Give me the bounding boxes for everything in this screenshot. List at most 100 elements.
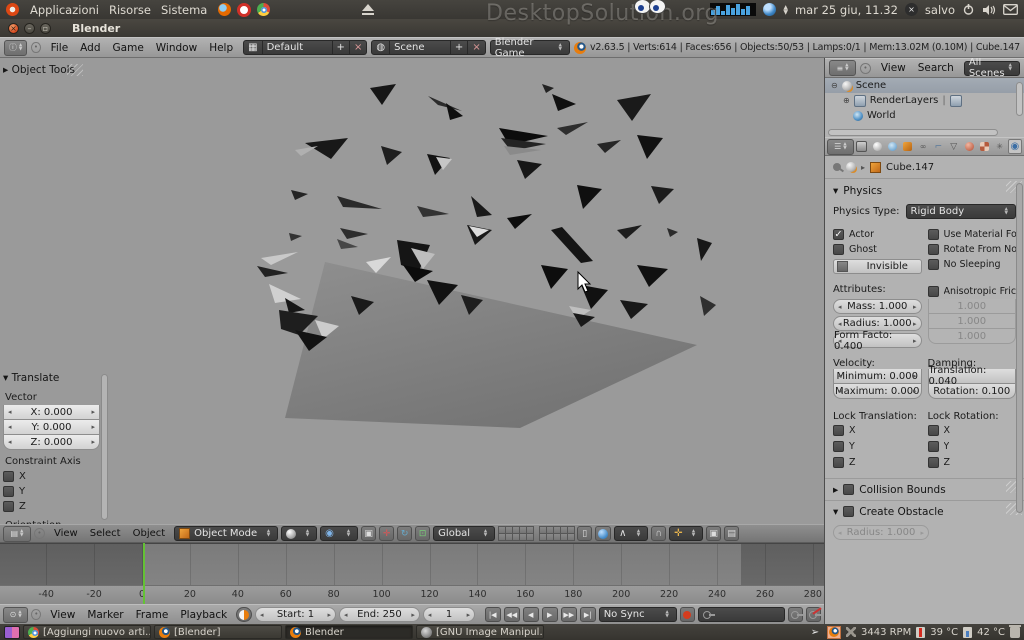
pin-icon[interactable] xyxy=(833,163,841,171)
window-minimize-button[interactable]: – xyxy=(24,23,35,34)
outliner-collapse-icon[interactable]: • xyxy=(860,63,871,74)
outliner-menu-item[interactable]: View xyxy=(875,62,912,74)
engine-select[interactable]: Blender Game▲▼ xyxy=(490,40,570,55)
window-titlebar[interactable]: × – ▫ Blender xyxy=(0,19,1024,37)
physics-checkbox[interactable] xyxy=(928,244,939,255)
lock-axis-checkbox[interactable] xyxy=(928,441,939,452)
axis-checkbox[interactable] xyxy=(3,486,14,497)
manipulator-rotate-button[interactable]: ↻ xyxy=(397,526,412,541)
tab-constraints[interactable]: ∞ xyxy=(916,139,930,154)
viewport-3d[interactable]: ▸ Object Tools ▾ Translate Vector ◂X: 0.… xyxy=(0,58,824,524)
renderlayer-toggle-icon[interactable] xyxy=(950,95,962,107)
taskbar-item-chrome[interactable]: [Aggiungi nuovo arti... xyxy=(23,625,151,639)
actor-checkbox[interactable]: ✓ xyxy=(833,229,844,240)
translate-panel-header[interactable]: ▾ Translate xyxy=(3,372,100,384)
view3d-editor-type-button[interactable]: ▤▲▼ xyxy=(3,526,31,542)
lock-camera-toggle[interactable]: ▯ xyxy=(577,526,592,541)
lock-axis-checkbox[interactable] xyxy=(928,425,939,436)
collision-bounds-panel[interactable]: ▸ Collision Bounds xyxy=(825,478,1024,500)
window-close-button[interactable]: × xyxy=(8,23,19,34)
timeline-menu-item[interactable]: Frame xyxy=(130,609,175,621)
clock[interactable]: mar 25 giu, 11.32 xyxy=(795,3,898,17)
physics-checkbox[interactable] xyxy=(928,259,939,270)
timeline-collapse-icon[interactable]: • xyxy=(31,609,41,620)
auto-keyframe-button[interactable] xyxy=(680,607,695,622)
lock-axis-checkbox[interactable] xyxy=(833,425,844,436)
vector-field[interactable]: ◂X: 0.000▸ xyxy=(3,405,100,420)
shading-select[interactable]: ▲▼ xyxy=(281,526,317,541)
outliner-row-renderlayers[interactable]: ⊕ RenderLayers | xyxy=(825,93,1024,108)
play-reverse-button[interactable]: ◀ xyxy=(523,607,539,622)
layers-group-2[interactable] xyxy=(539,527,574,541)
preview-range-clock-button[interactable] xyxy=(236,607,252,622)
physics-checkbox[interactable] xyxy=(928,229,939,240)
scene-field[interactable]: ◍ Scene + × xyxy=(371,40,485,55)
physics-type-select[interactable]: Rigid Body▲▼ xyxy=(906,204,1017,219)
tool-shelf-scrollbar[interactable] xyxy=(101,374,108,520)
opera-launcher-icon[interactable] xyxy=(237,3,251,17)
me-menu-icon[interactable]: × xyxy=(905,3,918,16)
vector-field[interactable]: ◂Z: 0.000▸ xyxy=(3,435,100,450)
axis-checkbox[interactable] xyxy=(3,501,14,512)
physics-panel-header[interactable]: ▾ Physics xyxy=(833,183,1016,198)
taskbar-item-blender-active[interactable]: Blender xyxy=(285,625,413,639)
chrome-launcher-icon[interactable] xyxy=(257,3,270,16)
tab-material[interactable] xyxy=(962,139,976,154)
tray-blender-icon[interactable] xyxy=(827,626,841,639)
trash-icon[interactable] xyxy=(1010,627,1020,638)
tab-particles[interactable]: ✳ xyxy=(992,139,1006,154)
outliner-row-scene[interactable]: ⊖ Scene xyxy=(825,78,1024,93)
keying-set-field[interactable] xyxy=(698,607,785,622)
tab-scene[interactable] xyxy=(870,139,884,154)
lock-axis-checkbox[interactable] xyxy=(833,457,844,468)
timeline-menu-item[interactable]: View xyxy=(44,609,81,621)
pivot-select[interactable]: ◉▲▼ xyxy=(320,526,358,541)
outliner-menu-item[interactable]: Search xyxy=(912,62,960,74)
eject-icon[interactable] xyxy=(362,4,374,11)
add-scene-button[interactable]: + xyxy=(451,40,468,55)
prev-keyframe-button[interactable]: ◀◀ xyxy=(504,607,520,622)
power-icon[interactable] xyxy=(962,3,975,16)
invisible-toggle[interactable]: Invisible xyxy=(833,259,922,274)
expander-icon[interactable]: ⊕ xyxy=(843,96,850,105)
anisotropic-checkbox[interactable] xyxy=(928,286,939,297)
lock-axis-checkbox[interactable] xyxy=(928,457,939,468)
current-frame-field[interactable]: ◂1▸ xyxy=(423,607,475,622)
mail-icon[interactable] xyxy=(1003,4,1018,15)
window-maximize-button[interactable]: ▫ xyxy=(40,23,51,34)
delete-scene-button[interactable]: × xyxy=(468,40,485,55)
panel-menu-item[interactable]: Applicazioni xyxy=(25,3,104,17)
axis-checkbox[interactable] xyxy=(3,471,14,482)
properties-vscrollbar[interactable] xyxy=(1016,183,1023,513)
create-obstacle-checkbox[interactable] xyxy=(843,506,854,517)
mode-select[interactable]: Object Mode▲▼ xyxy=(174,526,278,541)
info-menu-item[interactable]: File xyxy=(45,42,75,54)
panel-menu-item[interactable]: Sistema xyxy=(156,3,212,17)
snap-toggle[interactable]: ∩ xyxy=(651,526,666,541)
user-menu[interactable]: salvo xyxy=(925,3,955,17)
info-menu-item[interactable]: Game xyxy=(107,42,150,54)
ghost-checkbox[interactable] xyxy=(833,244,844,255)
pilot-applet-icon[interactable] xyxy=(763,3,776,16)
frame-end-field[interactable]: ◂End: 250▸ xyxy=(339,607,420,622)
tab-render[interactable] xyxy=(855,139,869,154)
panel-menu-item[interactable]: Risorse xyxy=(104,3,156,17)
pivot-align-toggle[interactable]: ▣ xyxy=(361,526,376,541)
tab-physics[interactable]: ◉ xyxy=(1008,139,1022,154)
orientation-select[interactable]: Global▲▼ xyxy=(433,526,495,541)
collapse-menus-icon[interactable]: • xyxy=(31,42,40,53)
properties-editor-type-button[interactable]: ☰▲▼ xyxy=(827,139,854,155)
layers-group-1[interactable] xyxy=(498,527,533,541)
snap-element-select[interactable]: ✛▲▼ xyxy=(669,526,703,541)
attribute-slider[interactable]: ◂Mass: 1.000▸ xyxy=(833,299,922,314)
manipulator-translate-button[interactable]: ✛ xyxy=(379,526,394,541)
delete-keyframe-button[interactable] xyxy=(806,607,821,622)
damping-field[interactable]: Translation: 0.040 xyxy=(928,369,1017,384)
view3d-menu-item[interactable]: Object xyxy=(127,528,172,539)
view3d-menu-item[interactable]: Select xyxy=(84,528,127,539)
add-layout-button[interactable]: + xyxy=(333,40,350,55)
outliner-row-world[interactable]: World xyxy=(825,108,1024,123)
breadcrumb-scene-icon[interactable] xyxy=(846,162,856,172)
tab-modifiers[interactable]: ⌐ xyxy=(931,139,945,154)
render-opengl-button[interactable]: ▣ xyxy=(706,526,721,541)
